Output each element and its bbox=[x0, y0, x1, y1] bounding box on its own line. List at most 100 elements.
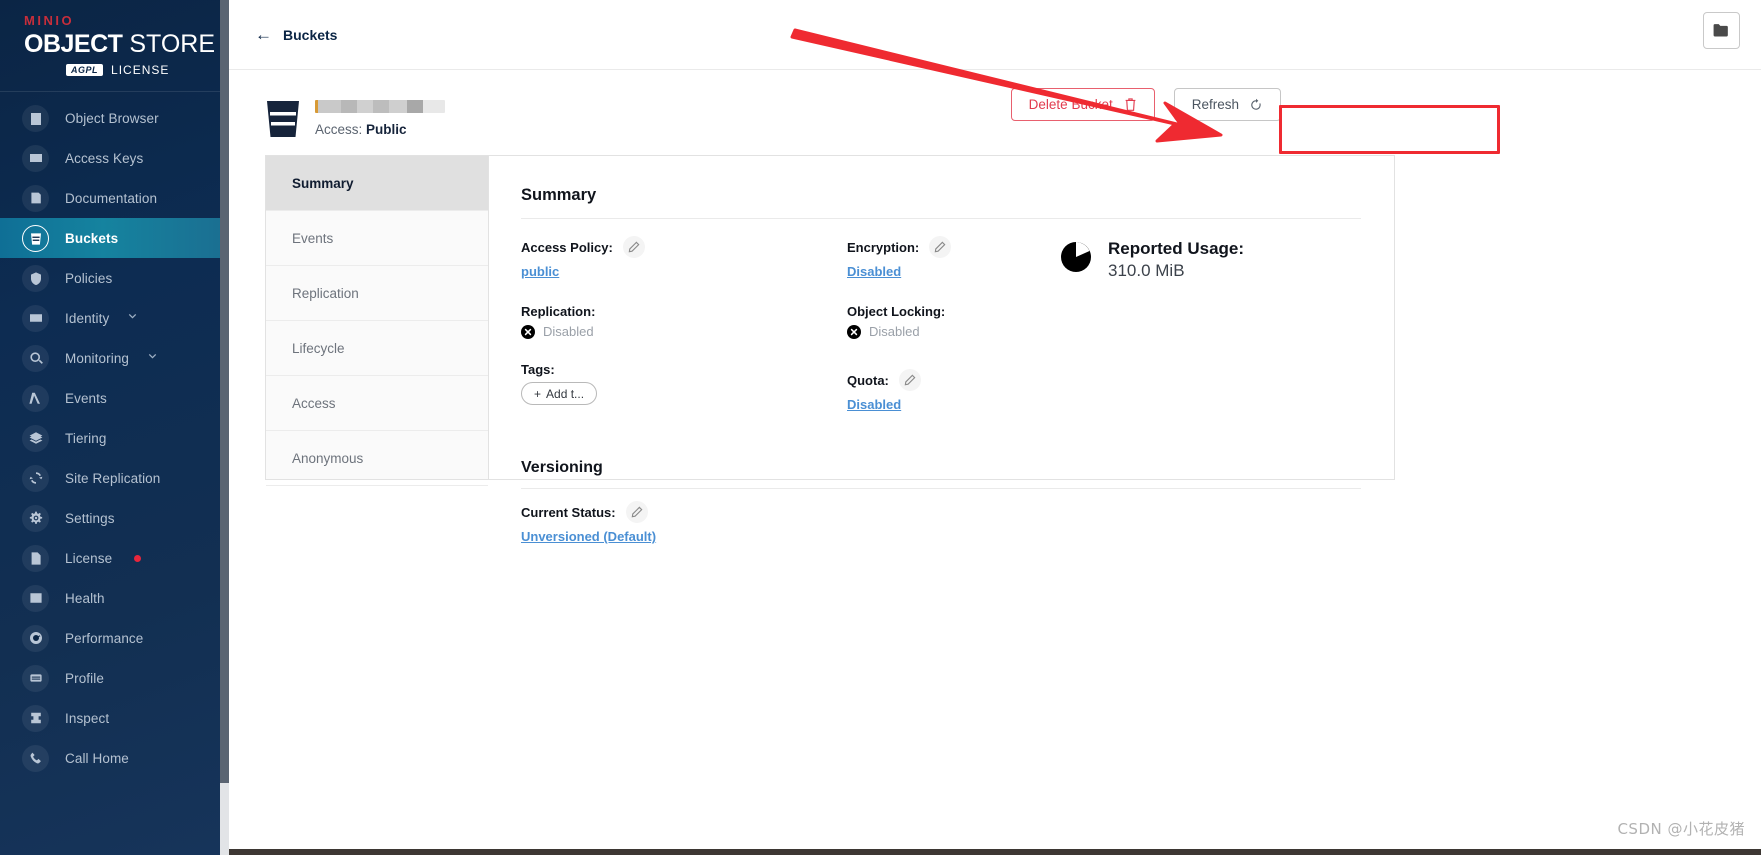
access-keys-icon bbox=[22, 144, 49, 172]
replication-field: Replication: Disabled bbox=[521, 304, 847, 339]
back-arrow-icon[interactable]: ← bbox=[255, 26, 272, 43]
sidebar-item-label: Call Home bbox=[65, 750, 129, 766]
tab-anonymous[interactable]: Anonymous bbox=[266, 431, 488, 486]
add-tag-label: Add t... bbox=[546, 386, 585, 401]
access-policy-value-link[interactable]: public bbox=[521, 264, 559, 279]
sidebar-item-identity[interactable]: Identity bbox=[0, 298, 229, 338]
summary-divider bbox=[521, 218, 1361, 219]
tab-summary[interactable]: Summary bbox=[266, 156, 488, 211]
encryption-edit-button[interactable] bbox=[929, 236, 952, 258]
sidebar-item-label: Documentation bbox=[65, 190, 158, 206]
sidebar-item-inspect[interactable]: Inspect bbox=[0, 698, 229, 738]
tab-access[interactable]: Access bbox=[266, 376, 488, 431]
folder-icon-button[interactable] bbox=[1703, 12, 1740, 49]
access-policy-label-row: Access Policy: bbox=[521, 236, 847, 258]
license-alert-dot bbox=[134, 554, 142, 562]
sidebar-item-settings[interactable]: Settings bbox=[0, 498, 229, 538]
sidebar-item-health[interactable]: Health bbox=[0, 578, 229, 618]
inspect-icon bbox=[22, 704, 49, 732]
events-lambda-icon bbox=[22, 384, 49, 412]
encryption-label: Encryption: bbox=[847, 239, 920, 255]
delete-bucket-button[interactable]: Delete Bucket bbox=[1010, 88, 1155, 121]
add-tag-plus-icon: + bbox=[534, 386, 542, 401]
replication-label-row: Replication: bbox=[521, 304, 847, 319]
tab-replication[interactable]: Replication bbox=[266, 266, 488, 321]
summary-panel: Summary Access Policy: public Replicatio… bbox=[489, 156, 1394, 544]
sidebar-item-license[interactable]: License bbox=[0, 538, 229, 578]
sidebar-item-label: Profile bbox=[65, 670, 104, 686]
tab-events[interactable]: Events bbox=[266, 211, 488, 266]
watermark: CSDN @小花皮猪 bbox=[1617, 820, 1745, 838]
quota-value-link[interactable]: Disabled bbox=[847, 397, 901, 412]
sidebar-item-access-keys[interactable]: Access Keys bbox=[0, 138, 229, 178]
sidebar-item-object-browser[interactable]: Object Browser bbox=[0, 98, 229, 138]
sidebar-item-policies[interactable]: Policies bbox=[0, 258, 229, 298]
sidebar-item-documentation[interactable]: Documentation bbox=[0, 178, 229, 218]
agpl-badge: AGPL bbox=[66, 64, 104, 76]
sidebar-item-label: Health bbox=[65, 590, 105, 606]
sidebar-item-events[interactable]: Events bbox=[0, 378, 229, 418]
app-logo[interactable]: MINIO OBJECT STORE AGPL LICENSE bbox=[0, 0, 229, 91]
object-locking-label: Object Locking: bbox=[847, 304, 946, 319]
main-content: ← Buckets Access: Public Delete Bucket R… bbox=[229, 0, 1761, 855]
chevron-down-icon[interactable] bbox=[147, 349, 158, 367]
bucket-detail-card: Summary Events Replication Lifecycle Access A… bbox=[265, 155, 1395, 544]
sidebar-item-monitoring[interactable]: Monitoring bbox=[0, 338, 229, 378]
versioning-edit-button[interactable] bbox=[625, 501, 648, 523]
sidebar-item-label: License bbox=[65, 550, 113, 566]
health-icon bbox=[22, 584, 49, 612]
documentation-icon bbox=[22, 184, 49, 212]
object-browser-icon bbox=[22, 104, 49, 132]
object-locking-status-row: Disabled bbox=[847, 324, 1037, 339]
add-tag-button[interactable]: + Add t... bbox=[521, 382, 598, 405]
pencil-icon bbox=[631, 506, 643, 518]
identity-icon bbox=[22, 304, 49, 332]
current-status-label: Current Status: bbox=[521, 504, 616, 520]
encryption-value-link[interactable]: Disabled bbox=[847, 264, 901, 279]
tags-field: Tags: + Add t... bbox=[521, 362, 847, 405]
sidebar-item-tiering[interactable]: Tiering bbox=[0, 418, 229, 458]
breadcrumb[interactable]: ← Buckets bbox=[255, 26, 337, 43]
current-status-value-link[interactable]: Unversioned (Default) bbox=[521, 529, 656, 544]
sidebar-item-call-home[interactable]: Call Home bbox=[0, 738, 229, 778]
summary-column-left: Access Policy: public Replication: Disab… bbox=[521, 236, 847, 437]
access-policy-label: Access Policy: bbox=[521, 239, 613, 255]
bottom-strip bbox=[229, 849, 1761, 855]
profile-icon bbox=[22, 664, 49, 692]
replication-label: Replication: bbox=[521, 304, 596, 319]
sidebar-item-label: Policies bbox=[65, 270, 113, 286]
folder-icon bbox=[1713, 24, 1728, 37]
quota-edit-button[interactable] bbox=[898, 369, 921, 391]
trash-icon bbox=[1125, 98, 1136, 111]
sidebar-item-performance[interactable]: Performance bbox=[0, 618, 229, 658]
chevron-down-icon[interactable] bbox=[127, 309, 138, 327]
current-status-label-row: Current Status: bbox=[521, 501, 1394, 523]
tab-label: Replication bbox=[292, 285, 359, 301]
sidebar-scrollbar-track[interactable] bbox=[220, 0, 229, 855]
refresh-button[interactable]: Refresh bbox=[1173, 88, 1281, 121]
tab-lifecycle[interactable]: Lifecycle bbox=[266, 321, 488, 376]
tab-label: Anonymous bbox=[292, 450, 364, 466]
object-locking-status-text: Disabled bbox=[869, 324, 920, 339]
reported-usage-block: Reported Usage: 310.0 MiB bbox=[1059, 238, 1394, 284]
tab-label: Events bbox=[292, 230, 334, 246]
sidebar-scrollbar-thumb[interactable] bbox=[220, 783, 229, 855]
bucket-access-label: Access: bbox=[315, 122, 363, 137]
tab-label: Lifecycle bbox=[292, 340, 345, 356]
encryption-field: Encryption: Disabled bbox=[847, 236, 1037, 281]
sidebar-item-buckets[interactable]: Buckets bbox=[0, 218, 229, 258]
access-policy-edit-button[interactable] bbox=[622, 236, 645, 258]
breadcrumb-label[interactable]: Buckets bbox=[283, 27, 337, 43]
reported-usage-text: Reported Usage: 310.0 MiB bbox=[1108, 238, 1244, 284]
sidebar-item-label: Inspect bbox=[65, 710, 110, 726]
pie-chart-icon bbox=[1061, 242, 1091, 272]
logo-store-text: STORE bbox=[122, 30, 216, 58]
sidebar-item-profile[interactable]: Profile bbox=[0, 658, 229, 698]
site-replication-icon bbox=[22, 464, 49, 492]
summary-column-right: Reported Usage: 310.0 MiB bbox=[1037, 236, 1394, 437]
sidebar-item-label: Monitoring bbox=[65, 350, 130, 366]
sidebar-item-site-replication[interactable]: Site Replication bbox=[0, 458, 229, 498]
sidebar-item-label: Site Replication bbox=[65, 470, 161, 486]
delete-bucket-label: Delete Bucket bbox=[1028, 97, 1113, 112]
object-locking-label-row: Object Locking: bbox=[847, 304, 1037, 319]
